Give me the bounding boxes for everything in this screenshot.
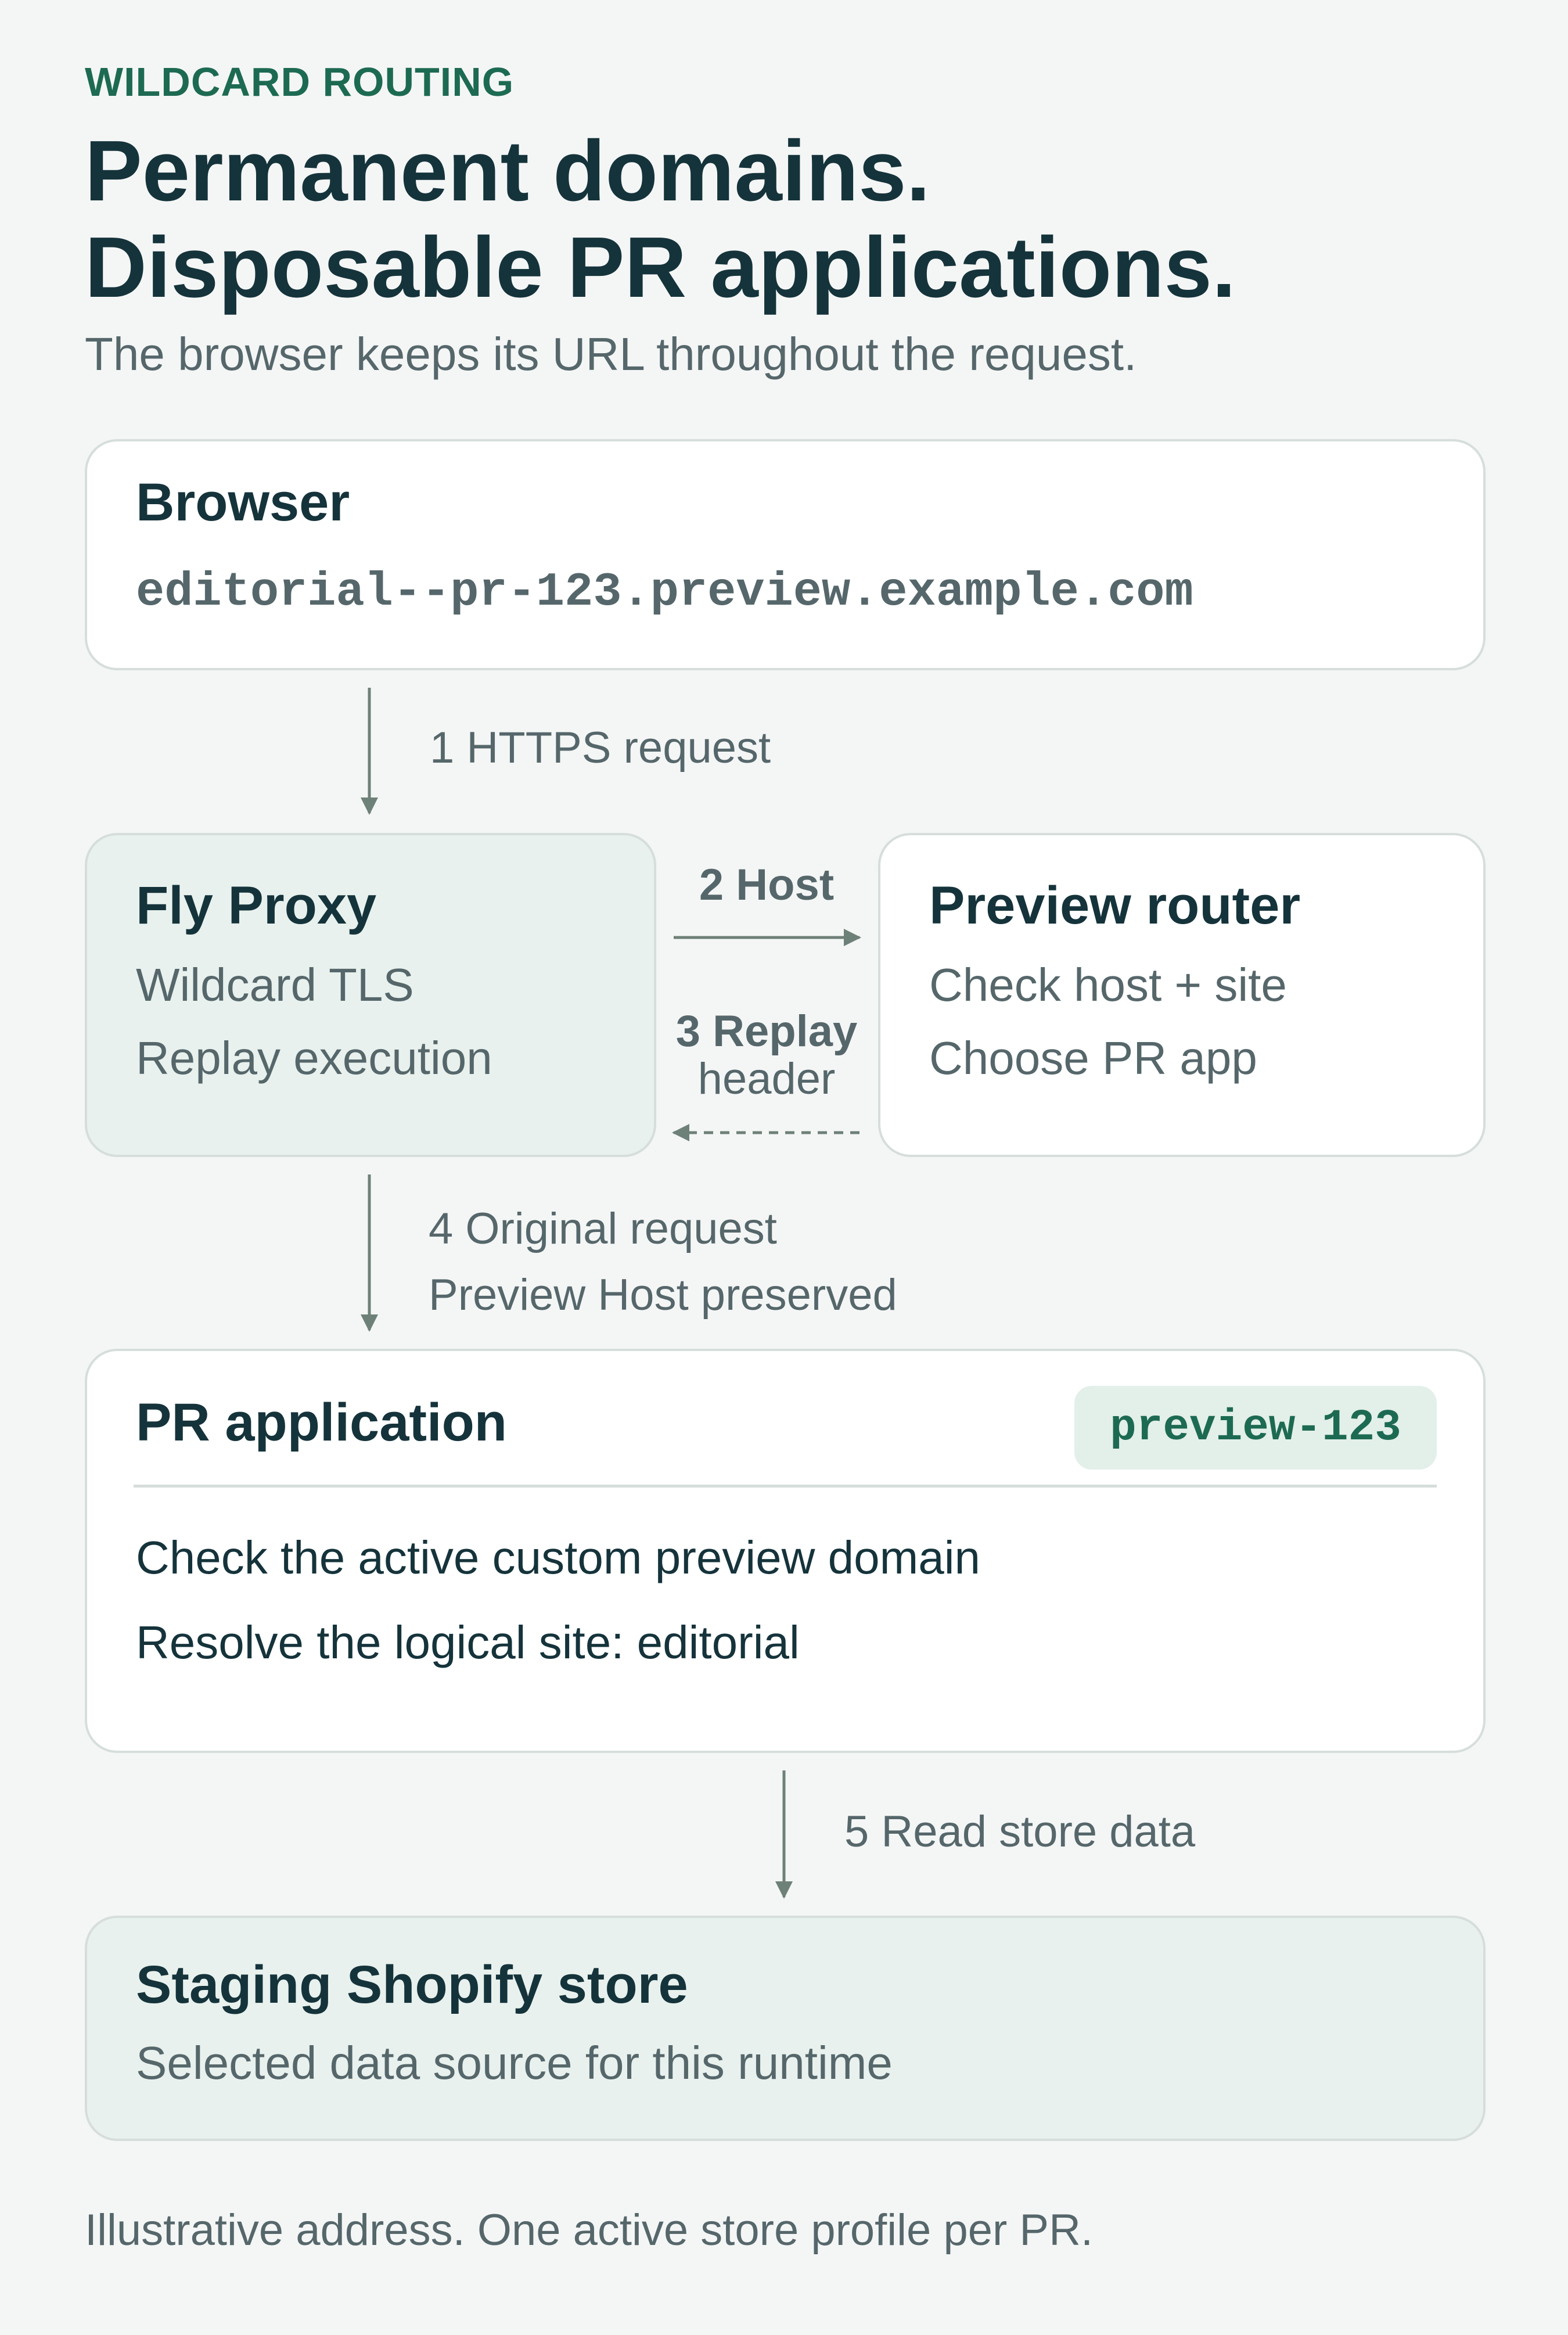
step-4-label: 4 Original request: [429, 1204, 777, 1253]
step-1-label: 1 HTTPS request: [430, 723, 771, 773]
step-3-sublabel: header: [697, 1054, 836, 1104]
step-2-label: 2 Host: [699, 860, 835, 910]
flow-arrows: [361, 688, 861, 1899]
step-5-label: 5 Read store data: [844, 1807, 1196, 1856]
footnote: Illustrative address. One active store p…: [85, 2205, 1094, 2255]
step-4-sublabel: Preview Host preserved: [429, 1270, 897, 1320]
